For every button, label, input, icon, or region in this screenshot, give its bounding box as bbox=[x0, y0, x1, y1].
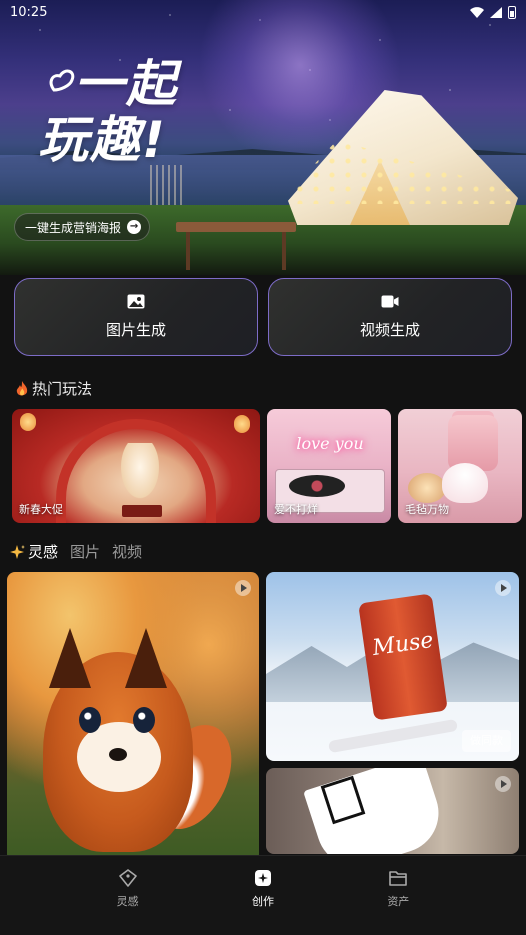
fox-nose bbox=[109, 748, 127, 761]
picnic-table bbox=[176, 222, 296, 232]
paper-cup bbox=[303, 768, 449, 854]
status-icons bbox=[470, 5, 516, 19]
hot-card-label: 新春大促 bbox=[19, 503, 63, 516]
fox-ear bbox=[49, 628, 91, 688]
status-bar: 10:25 bbox=[0, 0, 526, 24]
nav-assets[interactable]: 资产 bbox=[358, 856, 438, 935]
fox-eye bbox=[79, 707, 101, 733]
video-generate-button[interactable]: 视频生成 bbox=[268, 278, 512, 356]
lantern-decoration bbox=[234, 415, 250, 433]
hot-card-label: 爱不打烊 bbox=[274, 503, 318, 516]
arrow-right-icon: → bbox=[127, 220, 142, 234]
table-leg bbox=[282, 232, 286, 270]
make-same-button[interactable]: 做同款 bbox=[462, 730, 511, 752]
wifi-icon bbox=[470, 6, 484, 18]
nav-create[interactable]: 创作 bbox=[223, 856, 303, 935]
hot-section-title: 热门玩法 bbox=[14, 378, 92, 399]
hot-card-felt[interactable]: 毛毡万物 bbox=[398, 409, 522, 523]
light-reflection bbox=[150, 165, 186, 205]
bottom-navigation: 灵感 创作 资产 bbox=[0, 855, 526, 935]
jar bbox=[448, 415, 498, 471]
image-generate-button[interactable]: 图片生成 bbox=[14, 278, 258, 356]
generate-poster-button[interactable]: 一键生成营销海报 → bbox=[14, 213, 151, 241]
snowboard bbox=[327, 718, 459, 754]
sparkle-icon bbox=[10, 544, 25, 559]
status-time: 10:25 bbox=[10, 4, 48, 20]
content-tabs: 灵感 图片 视频 bbox=[10, 541, 142, 562]
horse-pedestal bbox=[122, 505, 162, 517]
tab-inspiration[interactable]: 灵感 bbox=[10, 541, 58, 562]
tab-video[interactable]: 视频 bbox=[112, 541, 142, 562]
meringue bbox=[442, 463, 488, 503]
sparkle-icon bbox=[254, 870, 271, 886]
cookie bbox=[408, 473, 446, 503]
fire-icon bbox=[16, 380, 28, 395]
hero-title: 一起 玩趣! bbox=[38, 56, 228, 168]
gallery-item-can[interactable]: Muse 做同款 bbox=[266, 572, 519, 761]
folder-icon bbox=[389, 871, 408, 886]
nav-inspiration-label: 灵感 bbox=[116, 895, 139, 908]
play-icon bbox=[495, 580, 511, 596]
play-icon bbox=[495, 776, 511, 792]
hot-card-new-year[interactable]: 新春大促 bbox=[12, 409, 260, 523]
lantern-decoration bbox=[20, 413, 36, 431]
hero-title-line2: 玩趣! bbox=[38, 111, 167, 169]
tab-inspiration-label: 灵感 bbox=[28, 543, 59, 561]
hero-title-line1: 一起 bbox=[74, 55, 178, 113]
tab-image[interactable]: 图片 bbox=[70, 541, 100, 562]
nav-inspiration[interactable]: 灵感 bbox=[88, 856, 168, 935]
battery-icon bbox=[508, 5, 516, 19]
video-generate-label: 视频生成 bbox=[359, 321, 420, 339]
hot-section-label: 热门玩法 bbox=[32, 380, 93, 398]
vinyl-record bbox=[289, 475, 345, 497]
fox-eye bbox=[133, 707, 155, 733]
play-icon bbox=[235, 580, 251, 596]
image-generate-label: 图片生成 bbox=[105, 321, 166, 339]
hot-card-love[interactable]: love you 爱不打烊 bbox=[267, 409, 391, 523]
nav-assets-label: 资产 bbox=[387, 895, 410, 908]
gallery-item-cup[interactable] bbox=[266, 768, 519, 854]
hero-banner[interactable]: 一起 玩趣! 一键生成营销海报 → bbox=[0, 0, 526, 275]
gallery-item-fox[interactable] bbox=[7, 572, 259, 862]
generate-poster-label: 一键生成营销海报 bbox=[25, 220, 122, 235]
tag-icon bbox=[118, 869, 137, 887]
carousel-horse bbox=[118, 443, 162, 503]
image-icon bbox=[127, 294, 145, 309]
nav-create-label: 创作 bbox=[251, 895, 274, 908]
neon-sign: love you bbox=[296, 434, 364, 453]
hot-card-label: 毛毡万物 bbox=[405, 503, 449, 516]
video-camera-icon bbox=[381, 295, 399, 308]
signal-icon bbox=[490, 6, 502, 18]
table-leg bbox=[186, 232, 190, 270]
